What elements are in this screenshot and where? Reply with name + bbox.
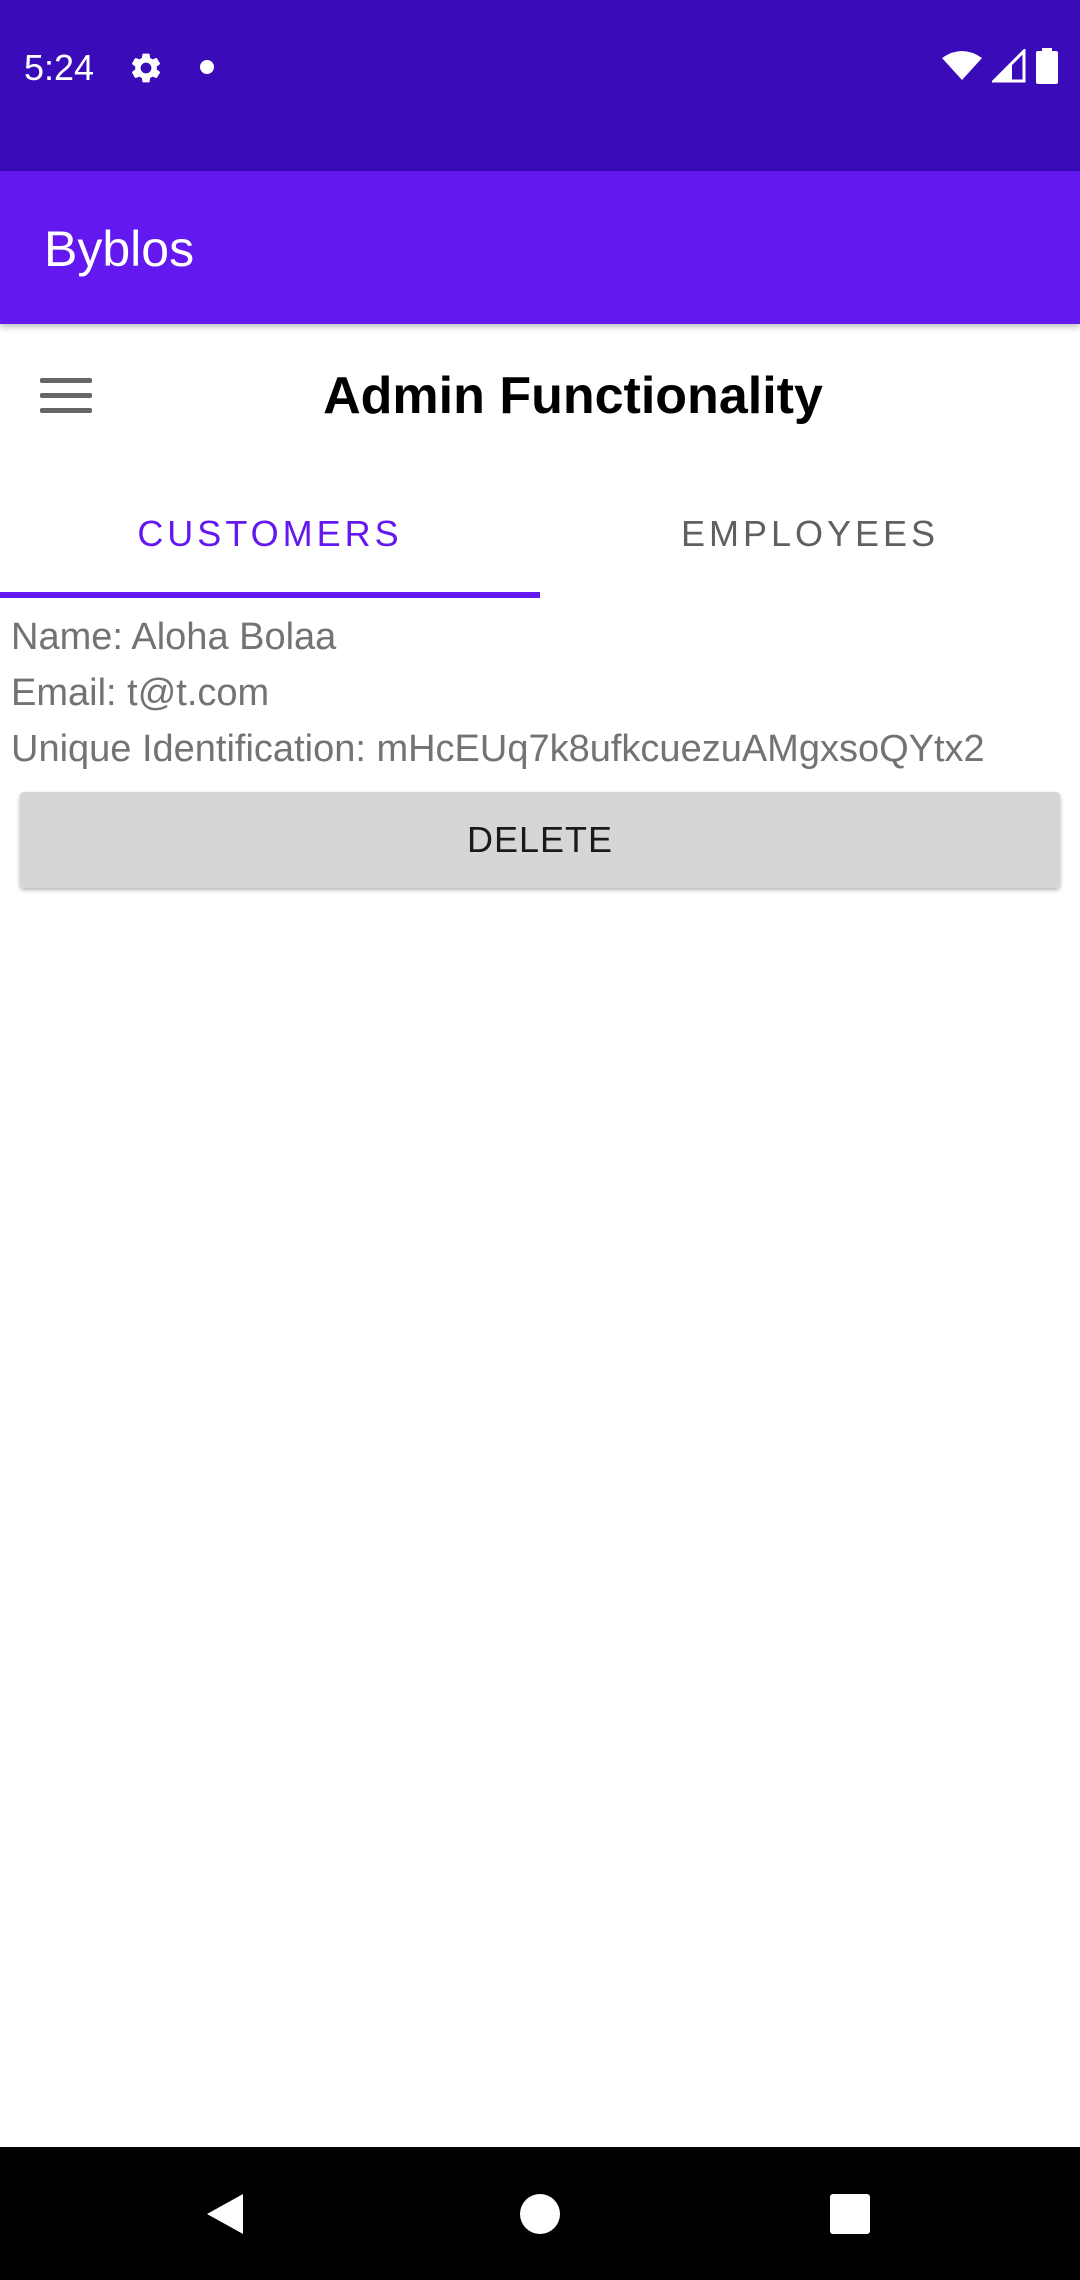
tab-customers-label: CUSTOMERS — [137, 513, 403, 554]
settings-gear-icon — [131, 53, 161, 83]
tab-customers[interactable]: CUSTOMERS — [0, 470, 540, 598]
tab-bar: CUSTOMERS EMPLOYEES — [0, 470, 1080, 598]
app-title: Byblos — [44, 221, 195, 277]
app-bar: Byblos — [0, 171, 1080, 324]
customer-name: Name: Aloha Bolaa — [11, 616, 337, 658]
back-icon[interactable] — [190, 2147, 260, 2280]
tab-selected-indicator — [0, 592, 540, 598]
page-title: Admin Functionality — [323, 367, 823, 425]
cell-signal-icon — [992, 49, 1026, 83]
customer-email: Email: t@t.com — [11, 672, 270, 714]
notification-dot-icon — [200, 60, 214, 74]
battery-icon — [1036, 48, 1058, 84]
status-icons — [942, 46, 1058, 86]
navigation-bar — [0, 2147, 1080, 2280]
customer-uid: Unique Identification: mHcEUq7k8ufkcuezu… — [11, 728, 985, 770]
tab-employees-label: EMPLOYEES — [680, 513, 940, 554]
status-time: 5:24 — [24, 47, 95, 88]
home-icon[interactable] — [505, 2147, 575, 2280]
status-bar: 5:24 — [0, 0, 1080, 171]
wifi-icon — [942, 51, 982, 80]
tab-employees[interactable]: EMPLOYEES — [540, 470, 1080, 598]
recents-icon[interactable] — [815, 2147, 885, 2280]
delete-button[interactable]: DELETE — [20, 792, 1060, 888]
